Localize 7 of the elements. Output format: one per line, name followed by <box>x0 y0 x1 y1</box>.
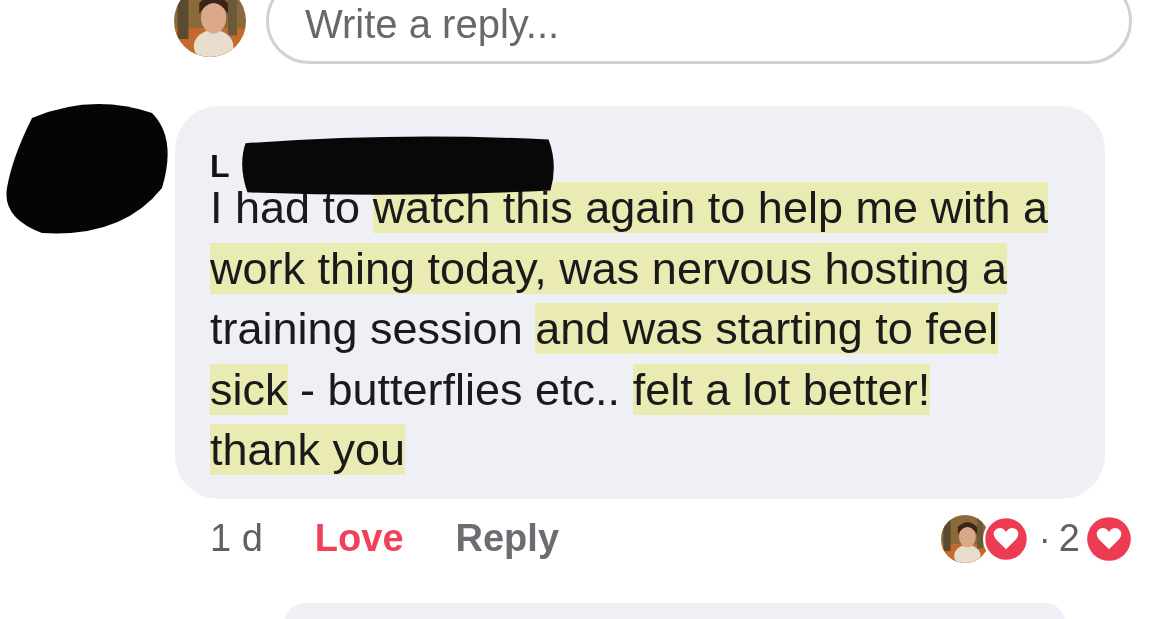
reaction-count: 2 <box>1058 517 1080 560</box>
reply-input-field[interactable]: Write a reply... <box>266 0 1132 64</box>
comment-time: 1 d <box>210 517 263 560</box>
love-button[interactable]: Love <box>314 517 404 560</box>
reply-button[interactable]: Reply <box>455 517 559 560</box>
separator-dot: · <box>1038 517 1051 560</box>
comment-text: I had to watch this again to help me with a work thing today, was nervous hosting a training session and was starting to feel sick - butterflies etc.. felt a lot better! thank you <box>210 181 1049 477</box>
